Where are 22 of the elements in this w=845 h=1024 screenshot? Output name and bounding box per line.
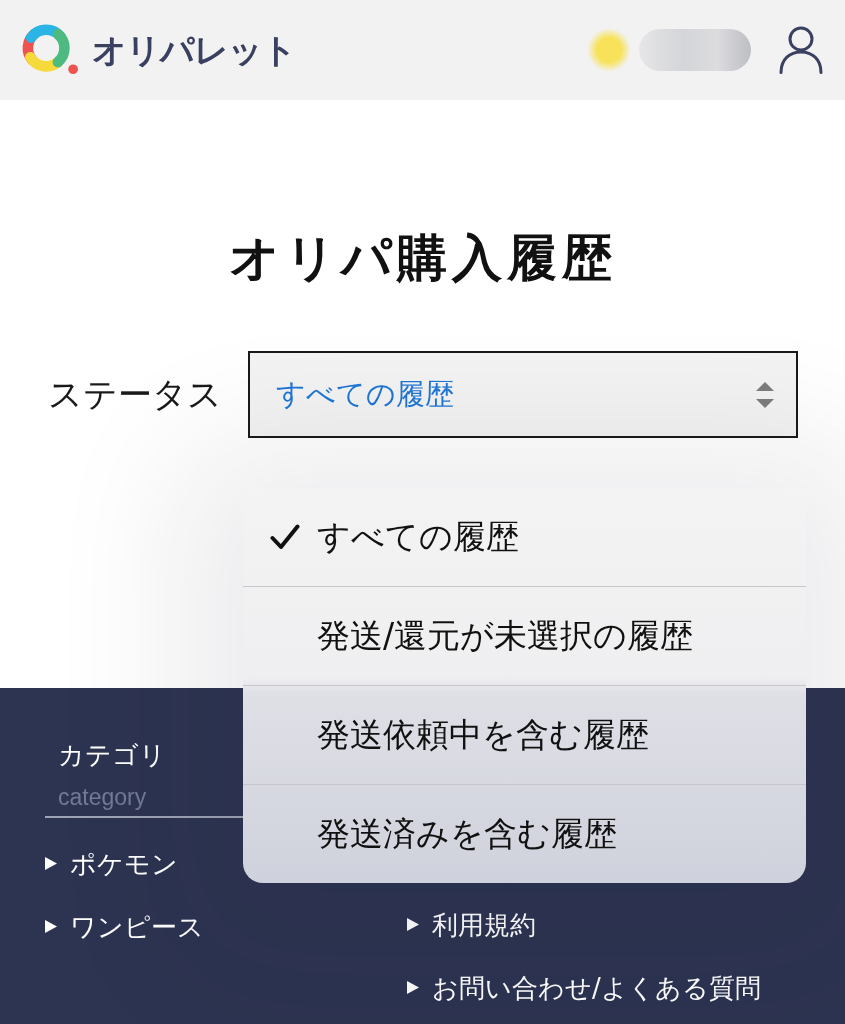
page-title: オリパ購入履歴 bbox=[228, 228, 617, 289]
footer-link[interactable]: お問い合わせ/よくある質問 bbox=[432, 969, 761, 1006]
logo-text[interactable]: オリパレット bbox=[92, 29, 296, 71]
triangle-bullet-icon bbox=[45, 920, 57, 933]
dropdown-option[interactable]: 発送/還元が未選択の履歴 bbox=[243, 587, 806, 685]
footer-link[interactable]: ポケモン bbox=[70, 845, 178, 882]
dropdown-option[interactable]: すべての履歴 bbox=[243, 488, 806, 586]
footer-heading: カテゴリ bbox=[57, 739, 166, 772]
triangle-bullet-icon bbox=[407, 981, 419, 994]
footer-subheading: category bbox=[57, 783, 147, 811]
coin-icon bbox=[587, 28, 631, 72]
dropdown-option[interactable]: 発送済みを含む履歴 bbox=[243, 785, 806, 883]
user-icon[interactable] bbox=[779, 26, 823, 74]
status-label: ステータス bbox=[48, 373, 222, 417]
logo-ring-icon[interactable] bbox=[20, 24, 80, 76]
status-select[interactable]: すべての履歴 bbox=[248, 351, 798, 438]
dropdown-option[interactable]: 発送依頼中を含む履歴 bbox=[243, 686, 806, 784]
footer-link[interactable]: 利用規約 bbox=[432, 906, 536, 943]
triangle-bullet-icon bbox=[407, 918, 419, 931]
sort-arrows-icon bbox=[756, 381, 774, 408]
triangle-bullet-icon bbox=[45, 857, 57, 870]
footer-link[interactable]: ワンピース bbox=[70, 908, 204, 945]
